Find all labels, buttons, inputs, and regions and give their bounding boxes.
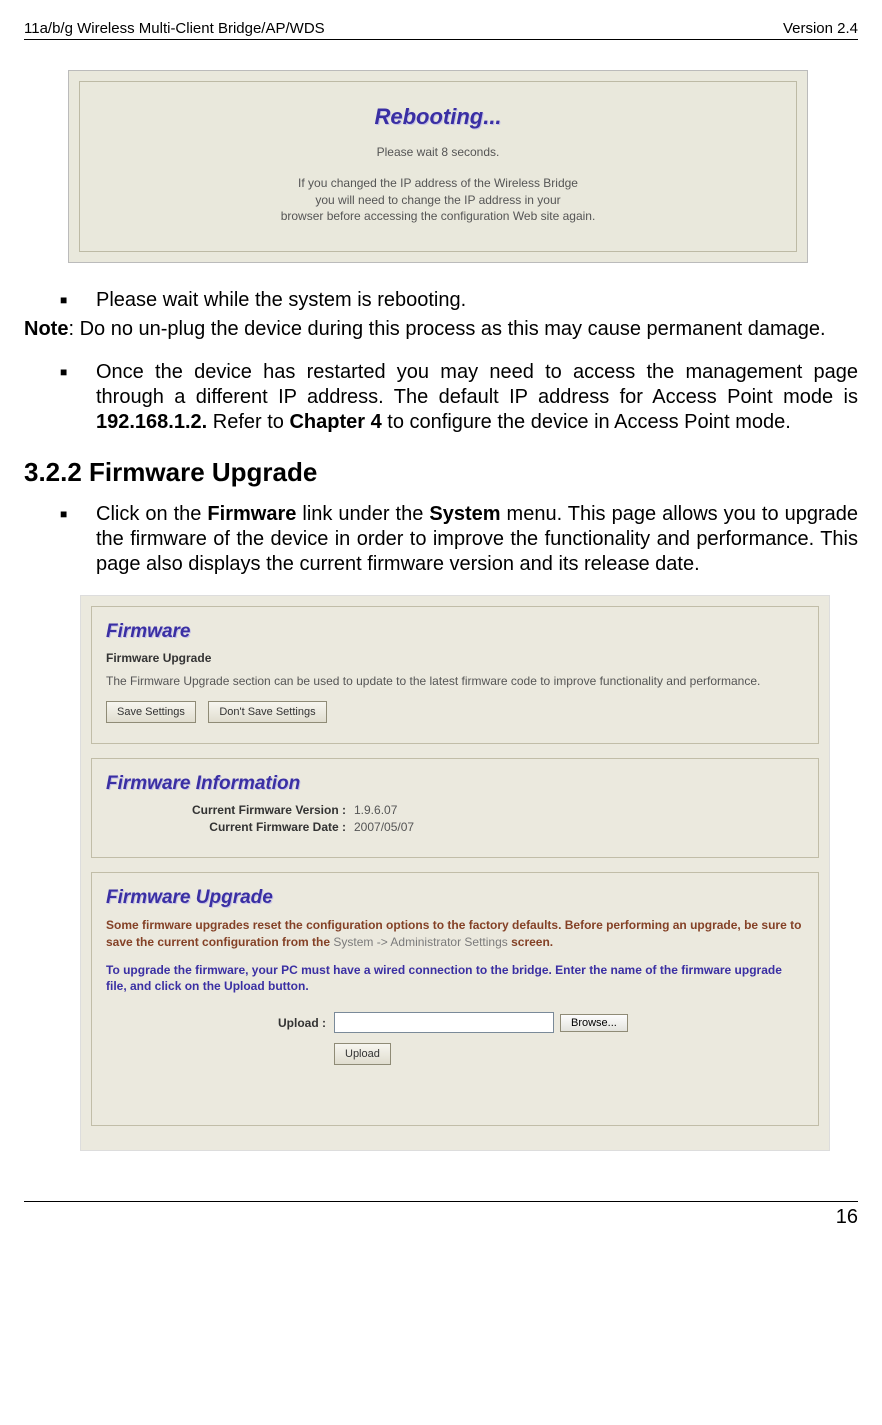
note-text: : Do no un-plug the device during this p… <box>68 318 825 340</box>
header-right: Version 2.4 <box>783 20 858 37</box>
bullet-firmware-click: ■ Click on the Firmware link under the S… <box>24 502 858 577</box>
fw-date-row: Current Firmware Date : 2007/05/07 <box>106 820 804 834</box>
fw-version-label: Current Firmware Version : <box>106 803 354 817</box>
rebooting-msg2: you will need to change the IP address i… <box>92 192 784 209</box>
upload-button[interactable]: Upload <box>334 1043 391 1065</box>
page-header: 11a/b/g Wireless Multi-Client Bridge/AP/… <box>24 20 858 40</box>
firmware-panel: Firmware Firmware Upgrade The Firmware U… <box>80 595 830 1151</box>
fw-date-value: 2007/05/07 <box>354 820 414 834</box>
rebooting-msg3: browser before accessing the configurati… <box>92 208 784 225</box>
firmware-box-upgrade: Firmware Upgrade Some firmware upgrades … <box>91 872 819 1126</box>
dont-save-settings-button[interactable]: Don't Save Settings <box>208 701 326 723</box>
fw-info-title: Firmware Information <box>106 773 804 795</box>
rebooting-panel: Rebooting... Please wait 8 seconds. If y… <box>68 70 808 263</box>
bullet3-a: Click on the <box>96 503 207 525</box>
fw-intro-title: Firmware <box>106 621 804 643</box>
fw-intro-sub: Firmware Upgrade <box>106 651 804 665</box>
fw-version-value: 1.9.6.07 <box>354 803 397 817</box>
fw-warn-b: screen. <box>508 935 553 949</box>
bullet-icon: ■ <box>24 288 96 313</box>
upload-button-row: Upload <box>106 1043 804 1065</box>
page-number: 16 <box>836 1206 858 1228</box>
bullet-icon: ■ <box>24 502 96 577</box>
rebooting-title: Rebooting... <box>92 104 784 130</box>
fw-upgrade-warning: Some firmware upgrades reset the configu… <box>106 917 804 949</box>
fw-warn-link: System -> Administrator Settings <box>333 935 507 949</box>
note-block: Note: Do no un-plug the device during th… <box>24 317 858 342</box>
rebooting-wait: Please wait 8 seconds. <box>92 144 784 161</box>
bullet2-c: to configure the device in Access Point … <box>382 411 791 433</box>
upload-file-input[interactable] <box>334 1012 554 1033</box>
section-heading: 3.2.2 Firmware Upgrade <box>24 457 858 488</box>
firmware-box-intro: Firmware Firmware Upgrade The Firmware U… <box>91 606 819 744</box>
rebooting-inner: Rebooting... Please wait 8 seconds. If y… <box>79 81 797 252</box>
bullet2-b: Refer to <box>207 411 289 433</box>
bullet2-ch: Chapter 4 <box>289 411 381 433</box>
bullet2-text: Once the device has restarted you may ne… <box>96 360 858 435</box>
fw-version-row: Current Firmware Version : 1.9.6.07 <box>106 803 804 817</box>
bullet3-sys: System <box>429 503 500 525</box>
browse-button[interactable]: Browse... <box>560 1014 628 1032</box>
bullet2-a: Once the device has restarted you may ne… <box>96 361 858 408</box>
fw-date-label: Current Firmware Date : <box>106 820 354 834</box>
bullet-restart-ip: ■ Once the device has restarted you may … <box>24 360 858 435</box>
bullet3-b: link under the <box>296 503 429 525</box>
save-settings-button[interactable]: Save Settings <box>106 701 196 723</box>
bullet1-text: Please wait while the system is rebootin… <box>96 288 858 313</box>
fw-upgrade-title: Firmware Upgrade <box>106 887 804 909</box>
header-left: 11a/b/g Wireless Multi-Client Bridge/AP/… <box>24 20 325 37</box>
upload-row: Upload : Browse... <box>106 1012 804 1033</box>
firmware-box-info: Firmware Information Current Firmware Ve… <box>91 758 819 858</box>
upload-label: Upload : <box>106 1016 334 1030</box>
fw-intro-desc: The Firmware Upgrade section can be used… <box>106 673 804 689</box>
bullet-please-wait: ■ Please wait while the system is reboot… <box>24 288 858 313</box>
bullet-icon: ■ <box>24 360 96 435</box>
bullet2-ip: 192.168.1.2. <box>96 411 207 433</box>
bullet3-text: Click on the Firmware link under the Sys… <box>96 502 858 577</box>
page-footer: 16 <box>24 1201 858 1229</box>
rebooting-msg1: If you changed the IP address of the Wir… <box>92 175 784 192</box>
note-label: Note <box>24 318 68 340</box>
fw-upgrade-instruction: To upgrade the firmware, your PC must ha… <box>106 962 804 994</box>
bullet3-fw: Firmware <box>207 503 296 525</box>
